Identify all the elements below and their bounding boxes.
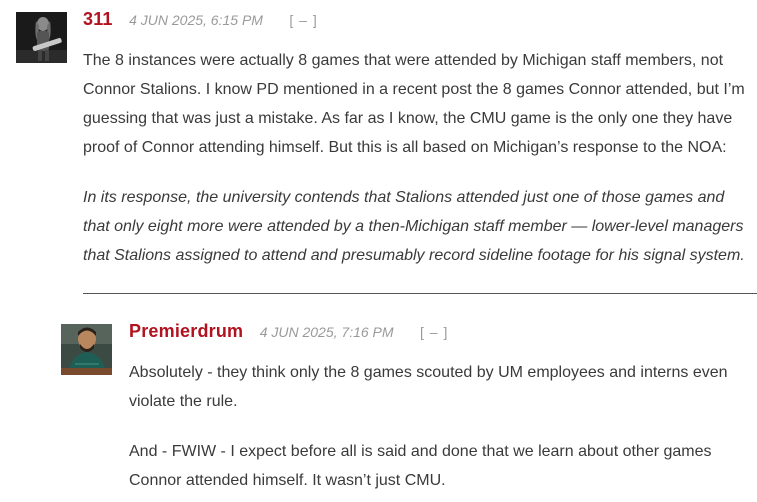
comment-body: Absolutely - they think only the 8 games… [129, 358, 755, 495]
comment-body: The 8 instances were actually 8 games th… [83, 46, 755, 270]
comment-premierdrum: Premierdrum 4 JUN 2025, 7:16 PM [ – ] Ab… [0, 310, 757, 502]
comment-paragraph: The 8 instances were actually 8 games th… [83, 52, 745, 156]
author-link[interactable]: Premierdrum [129, 321, 243, 341]
comment-date[interactable]: 4 JUN 2025, 6:15 PM [129, 12, 263, 28]
comment-date[interactable]: 4 JUN 2025, 7:16 PM [260, 324, 394, 340]
comment-311: 311 4 JUN 2025, 6:15 PM [ – ] The 8 inst… [0, 0, 757, 300]
comment-divider [83, 293, 757, 294]
avatar[interactable] [61, 324, 112, 375]
comment-quote: In its response, the university contends… [83, 189, 745, 264]
avatar[interactable] [16, 12, 67, 63]
comment-paragraph: And - FWIW - I expect before all is said… [129, 443, 712, 489]
comment-meta: Premierdrum 4 JUN 2025, 7:16 PM [ – ] [129, 321, 448, 342]
comment-paragraph: Absolutely - they think only the 8 games… [129, 364, 728, 410]
collapse-toggle[interactable]: [ – ] [420, 324, 448, 340]
collapse-toggle[interactable]: [ – ] [289, 12, 317, 28]
comment-meta: 311 4 JUN 2025, 6:15 PM [ – ] [83, 9, 318, 30]
author-link[interactable]: 311 [83, 9, 113, 29]
